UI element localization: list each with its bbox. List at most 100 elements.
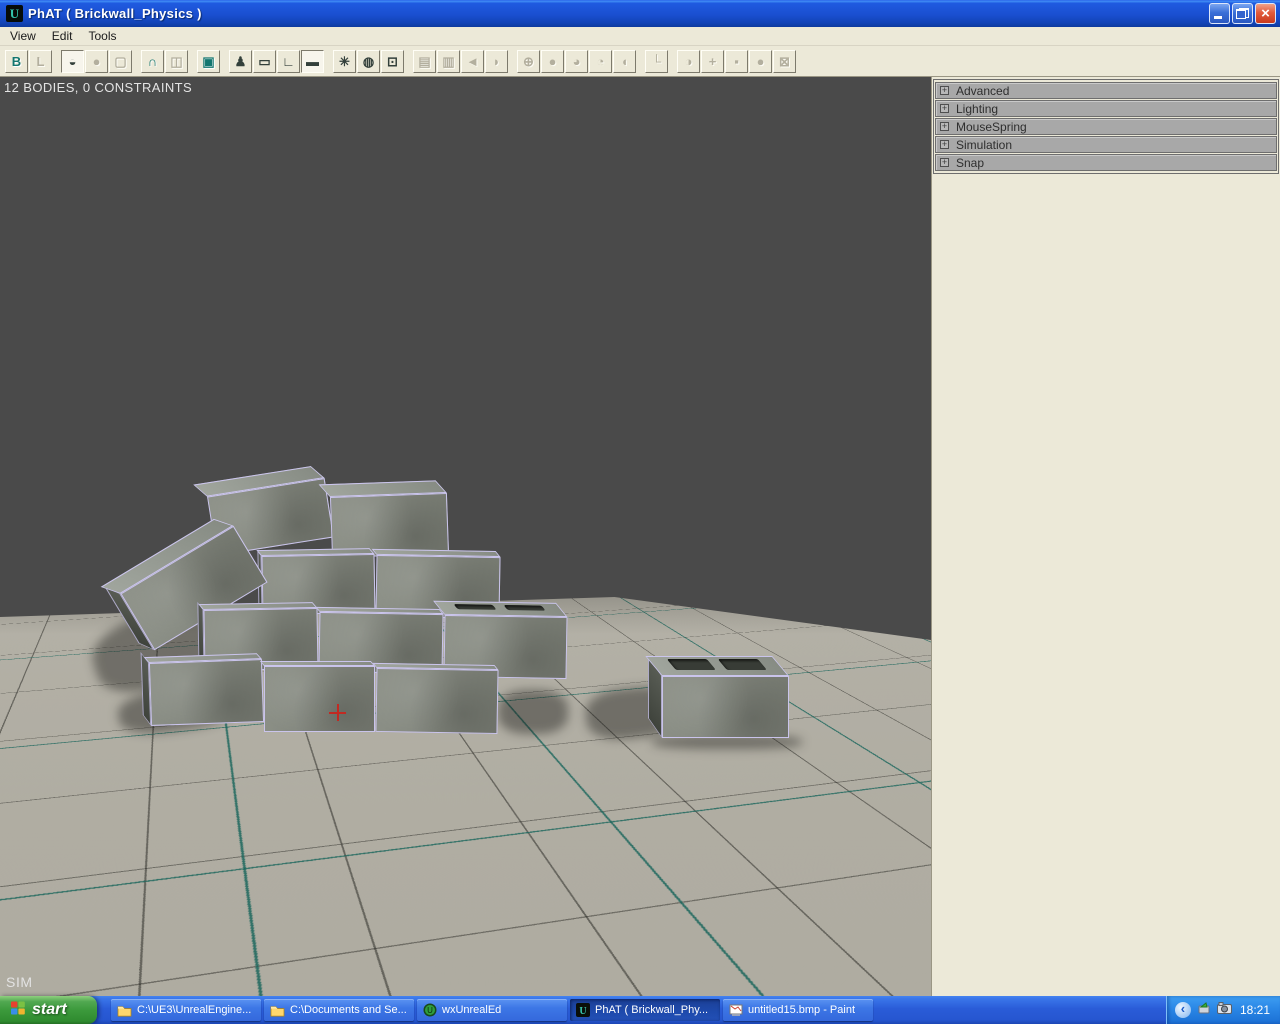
menu-tools[interactable]: Tools <box>80 28 124 44</box>
cinder-block-body[interactable] <box>662 676 789 738</box>
properties-panel: + Advanced + Lighting +MouseSpring+Simulatio… <box>931 77 1280 996</box>
tool-30-button: ⊠ <box>773 50 796 73</box>
restore-button[interactable] <box>1232 3 1253 24</box>
windows-flag-icon <box>10 1000 26 1021</box>
constraint-edit-mode-button: L <box>29 50 52 73</box>
block-front-face <box>662 676 789 738</box>
show-ground-plane-button[interactable]: ▬ <box>301 50 324 73</box>
toolbar-separator <box>637 50 645 73</box>
toolbar-separator <box>509 50 517 73</box>
task-button[interactable]: UPhAT ( Brickwall_Phy... <box>570 999 720 1021</box>
body-edit-mode-icon: B <box>12 55 21 68</box>
block-hole <box>666 659 715 670</box>
expand-plus-icon[interactable]: + <box>940 140 949 149</box>
tool-21-button: ● <box>541 50 564 73</box>
tool-17-button: ▥ <box>437 50 460 73</box>
show-skeleton-icon: ♟ <box>235 55 247 68</box>
expand-plus-icon[interactable]: + <box>940 104 949 113</box>
tool-16-icon: ▤ <box>418 55 430 68</box>
category-snap[interactable]: +Snap <box>935 154 1277 171</box>
minimize-button[interactable] <box>1209 3 1230 24</box>
expand-plus-icon[interactable]: + <box>940 122 949 131</box>
svg-text:U: U <box>579 1006 586 1017</box>
tool-28-button: ▪ <box>725 50 748 73</box>
start-button[interactable]: start <box>0 996 97 1024</box>
tool-25-icon: └ <box>652 55 661 68</box>
block-front-face <box>149 659 264 726</box>
property-category-list: + Advanced + Lighting +MouseSpring+Simulatio… <box>933 79 1279 174</box>
hide-icons-chevron-icon[interactable]: ‹ <box>1175 1002 1191 1018</box>
instance-properties-button[interactable]: ▣ <box>197 50 220 73</box>
copy-properties-icon: ◫ <box>170 55 182 68</box>
block-front-face <box>264 666 375 732</box>
show-com-button[interactable]: ✳ <box>333 50 356 73</box>
show-wireframe-button[interactable]: ▭ <box>253 50 276 73</box>
folder-icon <box>117 1004 132 1017</box>
clock: 18:21 <box>1240 1003 1270 1017</box>
tool-20-button: ⊕ <box>517 50 540 73</box>
minimize-icon <box>1214 16 1222 19</box>
body-edit-mode-button[interactable]: B <box>5 50 28 73</box>
task-label: wxUnrealEd <box>442 1004 501 1016</box>
block-top-face <box>645 656 789 676</box>
tool-16-button: ▤ <box>413 50 436 73</box>
category-advanced[interactable]: + Advanced <box>935 82 1277 99</box>
camera-icon[interactable] <box>1217 1001 1232 1019</box>
tool-19-button: ◗ <box>485 50 508 73</box>
task-button[interactable]: C:\UE3\UnrealEngine... <box>111 999 261 1021</box>
show-wireframe-icon: ▭ <box>258 55 270 68</box>
block-front-face <box>375 668 498 734</box>
tool-25-button: └ <box>645 50 668 73</box>
toolbar: BL◒●▢∩◫▣♟▭∟▬✳◍⊡▤▥◄◗⊕●◕◔◖└◑+▪●⊠ <box>0 46 1280 77</box>
block-hole <box>453 604 496 610</box>
tool-27-icon: + <box>709 55 717 68</box>
movement-space-icon: ◒ <box>69 55 77 68</box>
block-shadow <box>498 690 568 734</box>
show-collision-icon: ◍ <box>363 55 374 68</box>
tool-27-button: + <box>701 50 724 73</box>
category-mousespring[interactable]: +MouseSpring <box>935 118 1277 135</box>
cinder-block-body[interactable] <box>264 666 375 732</box>
category-label: Advanced <box>956 84 1009 98</box>
green-arrow-device-icon[interactable] <box>1197 1001 1211 1020</box>
expand-plus-icon[interactable]: + <box>940 158 949 167</box>
tool-26-icon: ◑ <box>685 55 693 68</box>
cinder-block-body[interactable] <box>149 659 264 726</box>
category-simulation[interactable]: +Simulation <box>935 136 1277 153</box>
task-button[interactable]: UwxUnrealEd <box>417 999 567 1021</box>
view-mode-button[interactable]: ⊡ <box>381 50 404 73</box>
cinder-block-body[interactable] <box>375 668 498 734</box>
tool-22-icon: ◕ <box>573 55 581 68</box>
toolbar-separator <box>405 50 413 73</box>
block-hole <box>717 659 766 670</box>
task-button[interactable]: C:\Documents and Se... <box>264 999 414 1021</box>
show-com-icon: ✳ <box>339 55 350 68</box>
menu-edit[interactable]: Edit <box>44 28 81 44</box>
movement-space-button[interactable]: ◒ <box>61 50 84 73</box>
system-tray: ‹ 18:21 <box>1166 996 1280 1024</box>
title-bar[interactable]: U PhAT ( Brickwall_Physics ) × <box>0 0 1280 27</box>
menu-view[interactable]: View <box>2 28 44 44</box>
tool-28-icon: ▪ <box>734 55 739 68</box>
task-button[interactable]: untitled15.bmp - Paint <box>723 999 873 1021</box>
unreal-u-icon: U <box>6 5 23 22</box>
show-collision-button[interactable]: ◍ <box>357 50 380 73</box>
viewport-3d[interactable]: 12 BODIES, 0 CONSTRAINTS SIM <box>0 77 931 996</box>
toolbar-separator <box>189 50 197 73</box>
instance-properties-icon: ▣ <box>202 55 214 68</box>
taskbar: start C:\UE3\UnrealEngine...C:\Documents… <box>0 996 1280 1024</box>
category-lighting[interactable]: + Lighting <box>935 100 1277 117</box>
show-constraint-axes-button[interactable]: ∟ <box>277 50 300 73</box>
category-label: Lighting <box>956 102 998 116</box>
sim-status: SIM <box>6 974 33 990</box>
snap-toggle-button[interactable]: ∩ <box>141 50 164 73</box>
block-hole <box>503 605 546 611</box>
tool-24-icon: ◖ <box>621 55 629 68</box>
show-skeleton-button[interactable]: ♟ <box>229 50 252 73</box>
tool-22-button: ◕ <box>565 50 588 73</box>
close-button[interactable]: × <box>1255 3 1276 24</box>
expand-plus-icon[interactable]: + <box>940 86 949 95</box>
toolbar-separator <box>221 50 229 73</box>
restore-icon <box>1236 8 1249 19</box>
tool-24-button: ◖ <box>613 50 636 73</box>
